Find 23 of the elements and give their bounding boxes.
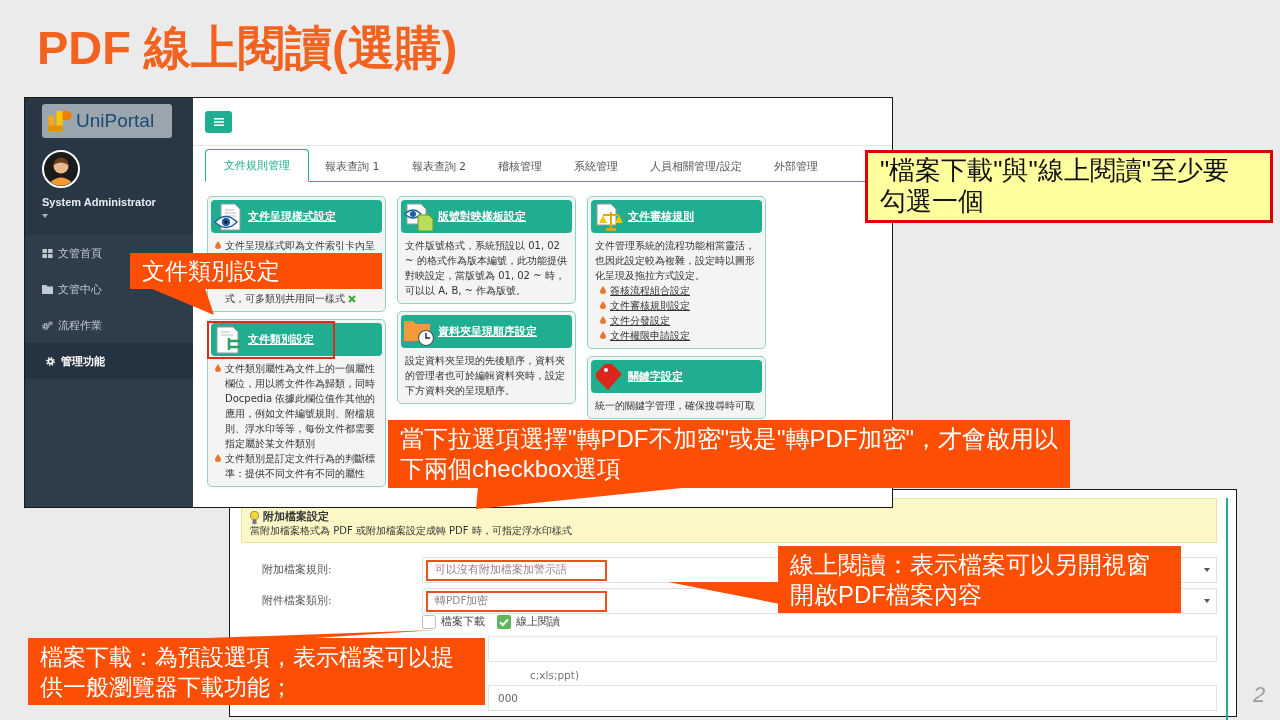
notice-text: 當附加檔案格式為 PDF 或附加檔案設定成轉 PDF 時，可指定浮水印樣式 [250, 524, 573, 538]
slide-title: PDF 線上閱讀(選購) [37, 20, 458, 76]
card-text: 文件類別是訂定文件行為的判斷標準：提供不同文件有不同的屬性 [225, 452, 376, 481]
field-label: 附件檔案類別: [261, 594, 333, 608]
page-number: 2 [1253, 682, 1266, 708]
card-text: 文件管理系統的流程功能相當靈活，也因此設定較為複雜，設定時以圖形化呈現及拖拉方式設定。 [595, 239, 756, 283]
card-text: 設定資料夾呈現的先後順序，資料夾的管理者也可於編輯資料夾時，設定下方資料夾的呈現順序。 [405, 354, 566, 398]
notice-title: 附加檔案設定 [263, 510, 329, 524]
callout: 線上閱讀：表示檔案可以另開視窗開啟PDF檔案內容 [778, 546, 1181, 613]
field-label: 附加檔案規則: [261, 563, 333, 577]
highlight-box: 可以沒有附加檔案加警示語 [426, 559, 607, 581]
highlight-box: 轉PDF加密 [426, 590, 607, 612]
card-text: 文件版號格式，系統預設以 01, 02 ~ 的格式作為版本編號，此功能提供對映設定，當版號為 01, 02 ~ 時，可以以 A, B, ~ 作為版號。 [405, 239, 568, 298]
checkbox-label: 檔案下載 [441, 615, 485, 629]
card-text: 式，可多類別共用同一樣式 [225, 292, 345, 306]
card-text: 文件呈現樣式即為文件索引卡內呈 [225, 239, 375, 253]
card-text: 統一的關鍵字管理，確保搜尋時可取 [595, 399, 756, 413]
hint-text: c;xls;ppt) [530, 668, 580, 682]
note-box: "檔案下載"與"線上閱讀"至少要勾選一個 [865, 150, 1273, 223]
user-name: System Administrator [42, 196, 156, 208]
checkbox-label: 線上閱讀 [516, 615, 560, 629]
logo-text: UniPortal [76, 110, 155, 132]
card-text: 文件類別屬性為文件上的一個屬性欄位，用以將文件作為歸類，同時 Docpedia 依據此欄位值作其他的應用，例如文件編號規則、附檔規則、浮水印等等，每份文件都需要指定屬於某文件類別 [225, 362, 377, 451]
